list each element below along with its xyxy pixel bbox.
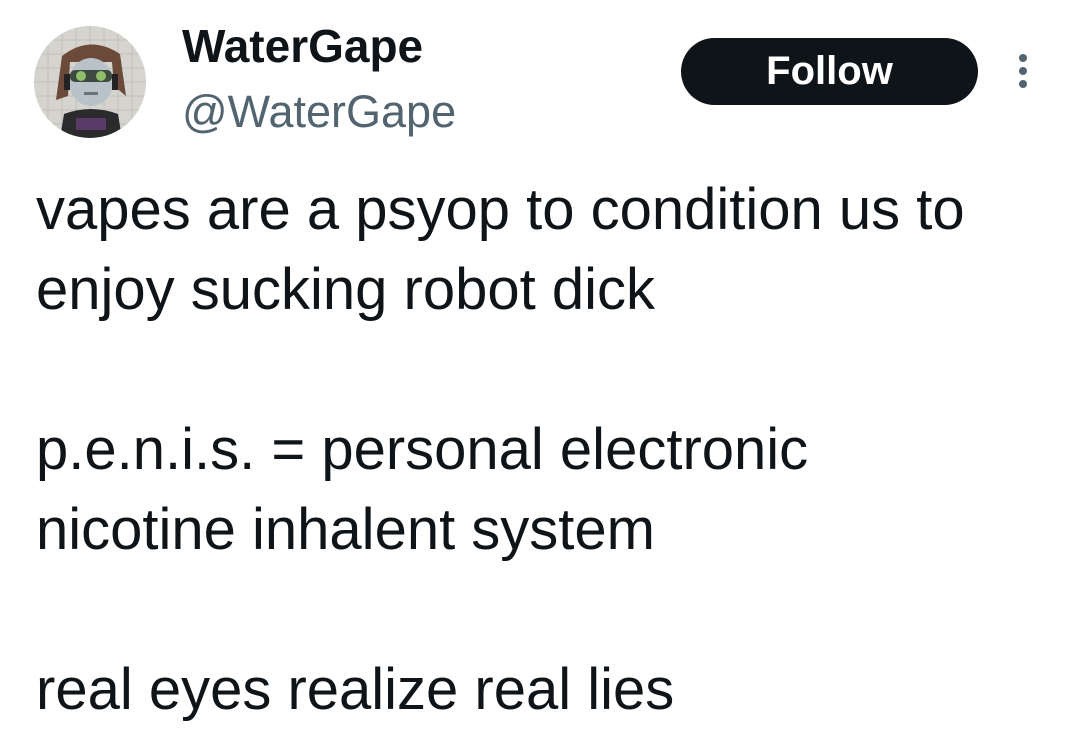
avatar-image xyxy=(34,26,146,138)
display-name[interactable]: WaterGape xyxy=(182,18,423,74)
user-handle[interactable]: @WaterGape xyxy=(182,84,456,140)
tweet-line: p.e.n.i.s. = personal electronic xyxy=(36,417,809,482)
tweet-line: vapes are a psyop to condition us to xyxy=(36,177,965,242)
tweet-line: enjoy sucking robot dick xyxy=(36,257,655,322)
tweet-line: real eyes realize real lies xyxy=(36,657,675,722)
tweet-line-break xyxy=(36,570,1066,650)
tweet-line: nicotine inhalent system xyxy=(36,497,655,562)
more-options-icon xyxy=(1019,54,1027,88)
tweet-text: vapes are a psyop to condition us to enj… xyxy=(36,170,1066,730)
avatar[interactable] xyxy=(34,26,146,138)
tweet-line-break xyxy=(36,330,1066,410)
follow-button[interactable]: Follow xyxy=(681,38,978,105)
tweet-card: WaterGape @WaterGape Follow vapes are a … xyxy=(0,0,1080,738)
more-options-button[interactable] xyxy=(1008,50,1038,92)
